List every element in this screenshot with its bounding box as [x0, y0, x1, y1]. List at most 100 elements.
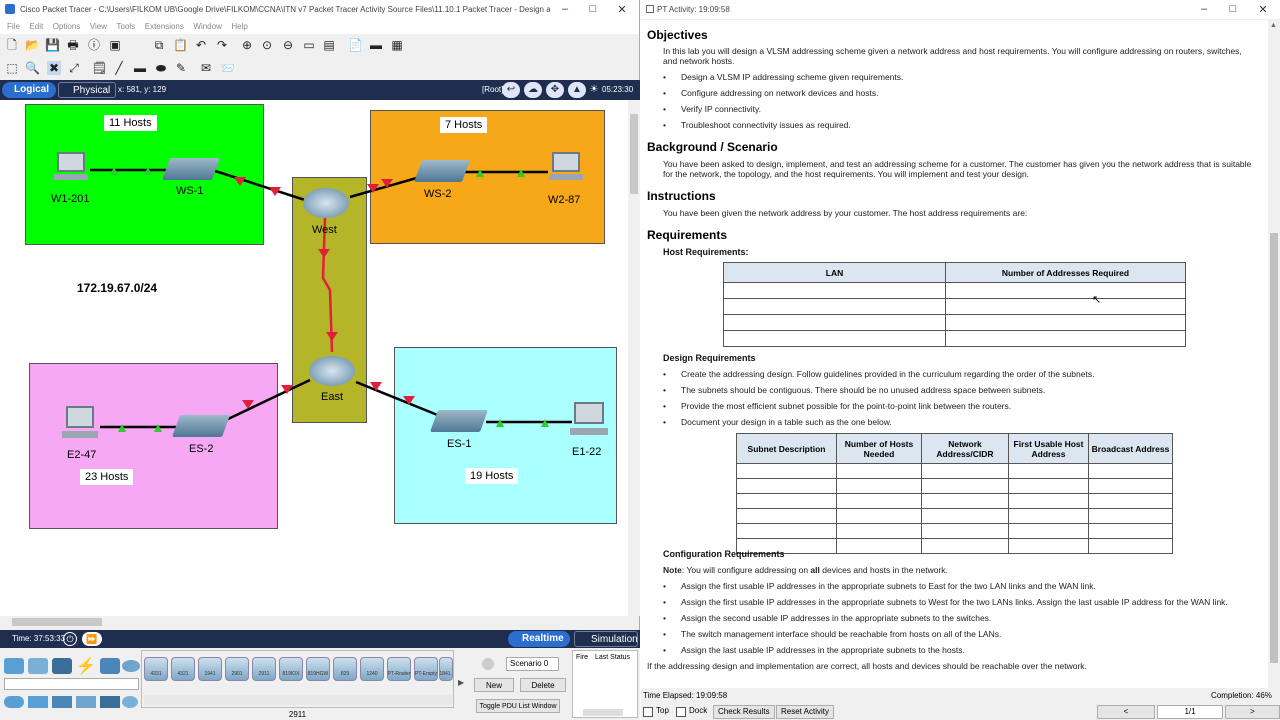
switch-icon[interactable] — [171, 415, 231, 437]
logical-workspace[interactable]: 11 Hosts 7 Hosts 23 Hosts 19 Hosts 172.1… — [0, 100, 628, 616]
menu-options[interactable]: Options — [53, 20, 81, 34]
ipc-icon[interactable]: ▦ — [390, 38, 404, 52]
pc-icon[interactable] — [62, 406, 98, 442]
draw-line-icon[interactable]: ╱ — [112, 61, 126, 75]
simple-pdu-icon[interactable]: ✉ — [199, 61, 213, 75]
security-icon[interactable] — [100, 696, 120, 708]
device-search-field[interactable] — [4, 678, 139, 690]
power-cycle-icon[interactable]: ⏻ — [63, 632, 77, 646]
menu-help[interactable]: Help — [231, 20, 247, 34]
router-icon[interactable] — [309, 356, 355, 386]
menu-extensions[interactable]: Extensions — [145, 20, 184, 34]
previous-page-button[interactable]: < — [1097, 705, 1155, 719]
check-results-button[interactable]: Check Results — [713, 705, 775, 719]
complex-pdu-icon[interactable]: 📨 — [220, 61, 235, 75]
switch-icon[interactable] — [429, 410, 489, 432]
switches-icon[interactable] — [28, 696, 48, 708]
scenario-arrow-icon[interactable]: ▶ — [458, 650, 468, 706]
misc-icon[interactable] — [100, 658, 120, 674]
scenario-info-icon[interactable] — [482, 658, 494, 670]
menu-edit[interactable]: Edit — [29, 20, 43, 34]
router-model-icon[interactable] — [252, 657, 276, 681]
network-info-icon[interactable]: ▣ — [108, 38, 122, 52]
delete-scenario-button[interactable]: Delete — [520, 678, 566, 692]
scenario-select[interactable]: Scenario 0 — [506, 657, 559, 671]
workspace-vscroll[interactable] — [628, 100, 640, 616]
menu-window[interactable]: Window — [193, 20, 221, 34]
menu-file[interactable]: File — [7, 20, 20, 34]
minimize-icon[interactable]: – — [1196, 3, 1212, 15]
router-model-icon[interactable] — [360, 657, 384, 681]
logical-tab[interactable]: Logical — [2, 82, 56, 98]
router-model-icon[interactable] — [306, 657, 330, 681]
components-icon[interactable] — [52, 658, 72, 674]
maximize-icon[interactable]: □ — [585, 3, 601, 15]
router-model-icon[interactable] — [144, 657, 168, 681]
pc-icon[interactable] — [54, 152, 88, 182]
menu-view[interactable]: View — [90, 20, 107, 34]
viewport-icon[interactable]: ▲ — [568, 82, 586, 98]
print-icon[interactable]: 🖶 — [66, 38, 80, 52]
undo-icon[interactable]: ↶ — [194, 38, 208, 52]
dock-checkbox[interactable] — [676, 707, 686, 717]
reset-activity-button[interactable]: Reset Activity — [776, 705, 835, 719]
network-devices-icon[interactable] — [4, 658, 24, 674]
zoom-in-icon[interactable]: ⊕ — [240, 38, 254, 52]
save-icon[interactable]: 💾 — [45, 38, 60, 52]
simulation-tab[interactable]: Simulation — [574, 631, 638, 647]
copy-icon[interactable]: ⧉ — [152, 38, 166, 52]
model-list-scrollbar[interactable] — [144, 695, 452, 705]
top-checkbox[interactable] — [643, 707, 653, 717]
router-model-icon[interactable] — [333, 657, 357, 681]
instructions-scrollbar[interactable]: ▲ — [1268, 20, 1280, 688]
pc-icon[interactable] — [570, 402, 608, 440]
note-icon[interactable]: 🗒 — [92, 61, 107, 75]
resize-icon[interactable]: ⤢ — [67, 61, 81, 75]
menu-tools[interactable]: Tools — [117, 20, 136, 34]
router-model-icon[interactable] — [198, 657, 222, 681]
move-icon[interactable]: ✥ — [546, 82, 564, 98]
paste-icon[interactable]: 📋 — [173, 38, 188, 52]
pdu-list-scrollbar[interactable] — [583, 709, 623, 716]
end-devices-icon[interactable] — [28, 658, 48, 674]
freeform-icon[interactable]: ✎ — [174, 61, 188, 75]
physical-tab[interactable]: Physical — [58, 82, 116, 98]
new-file-icon[interactable]: 🗋 — [5, 38, 19, 52]
cluster-icon[interactable]: ☁ — [524, 82, 542, 98]
zoom-out-icon[interactable]: ⊖ — [281, 38, 295, 52]
minimize-icon[interactable]: – — [557, 3, 573, 15]
router-model-icon[interactable] — [414, 657, 438, 681]
toggle-pdu-list-button[interactable]: Toggle PDU List Window — [476, 699, 560, 713]
workspace-hscroll[interactable] — [0, 616, 628, 628]
router-model-icon[interactable] — [387, 657, 411, 681]
close-icon[interactable]: ✕ — [1255, 3, 1271, 16]
wan-emulation-icon[interactable] — [122, 696, 138, 708]
router-icon[interactable] — [303, 188, 349, 218]
switch-icon[interactable] — [413, 160, 471, 182]
router-model-icon[interactable] — [225, 657, 249, 681]
activity-wizard-icon[interactable]: 📄 — [348, 38, 363, 52]
scroll-up-icon[interactable]: ▲ — [1270, 22, 1277, 29]
router-model-icon[interactable] — [279, 657, 303, 681]
connections-icon[interactable]: ⚡ — [76, 656, 96, 675]
info-icon[interactable]: ⓘ — [87, 38, 101, 52]
routers-icon[interactable] — [4, 696, 24, 708]
next-page-button[interactable]: > — [1225, 705, 1280, 719]
close-icon[interactable]: ✕ — [614, 3, 630, 16]
select-icon[interactable]: ⬚ — [5, 61, 19, 75]
open-folder-icon[interactable]: 📂 — [25, 38, 40, 52]
hubs-icon[interactable] — [52, 696, 72, 708]
redo-icon[interactable]: ↷ — [215, 38, 229, 52]
draw-ellipse-icon[interactable]: ⬬ — [154, 61, 168, 75]
new-scenario-button[interactable]: New — [474, 678, 514, 692]
multiuser-icon[interactable] — [122, 660, 140, 672]
pc-icon[interactable] — [549, 152, 583, 182]
zoom-reset-icon[interactable]: ⊙ — [260, 38, 274, 52]
maximize-icon[interactable]: □ — [1225, 3, 1241, 15]
fast-forward-icon[interactable]: ⏩ — [82, 632, 102, 646]
python-icon[interactable]: ▬ — [369, 38, 383, 52]
router-model-icon[interactable] — [171, 657, 195, 681]
inspect-icon[interactable]: 🔍 — [25, 61, 40, 75]
wireless-icon[interactable] — [76, 696, 96, 708]
draw-rect-icon[interactable]: ▬ — [133, 61, 147, 75]
